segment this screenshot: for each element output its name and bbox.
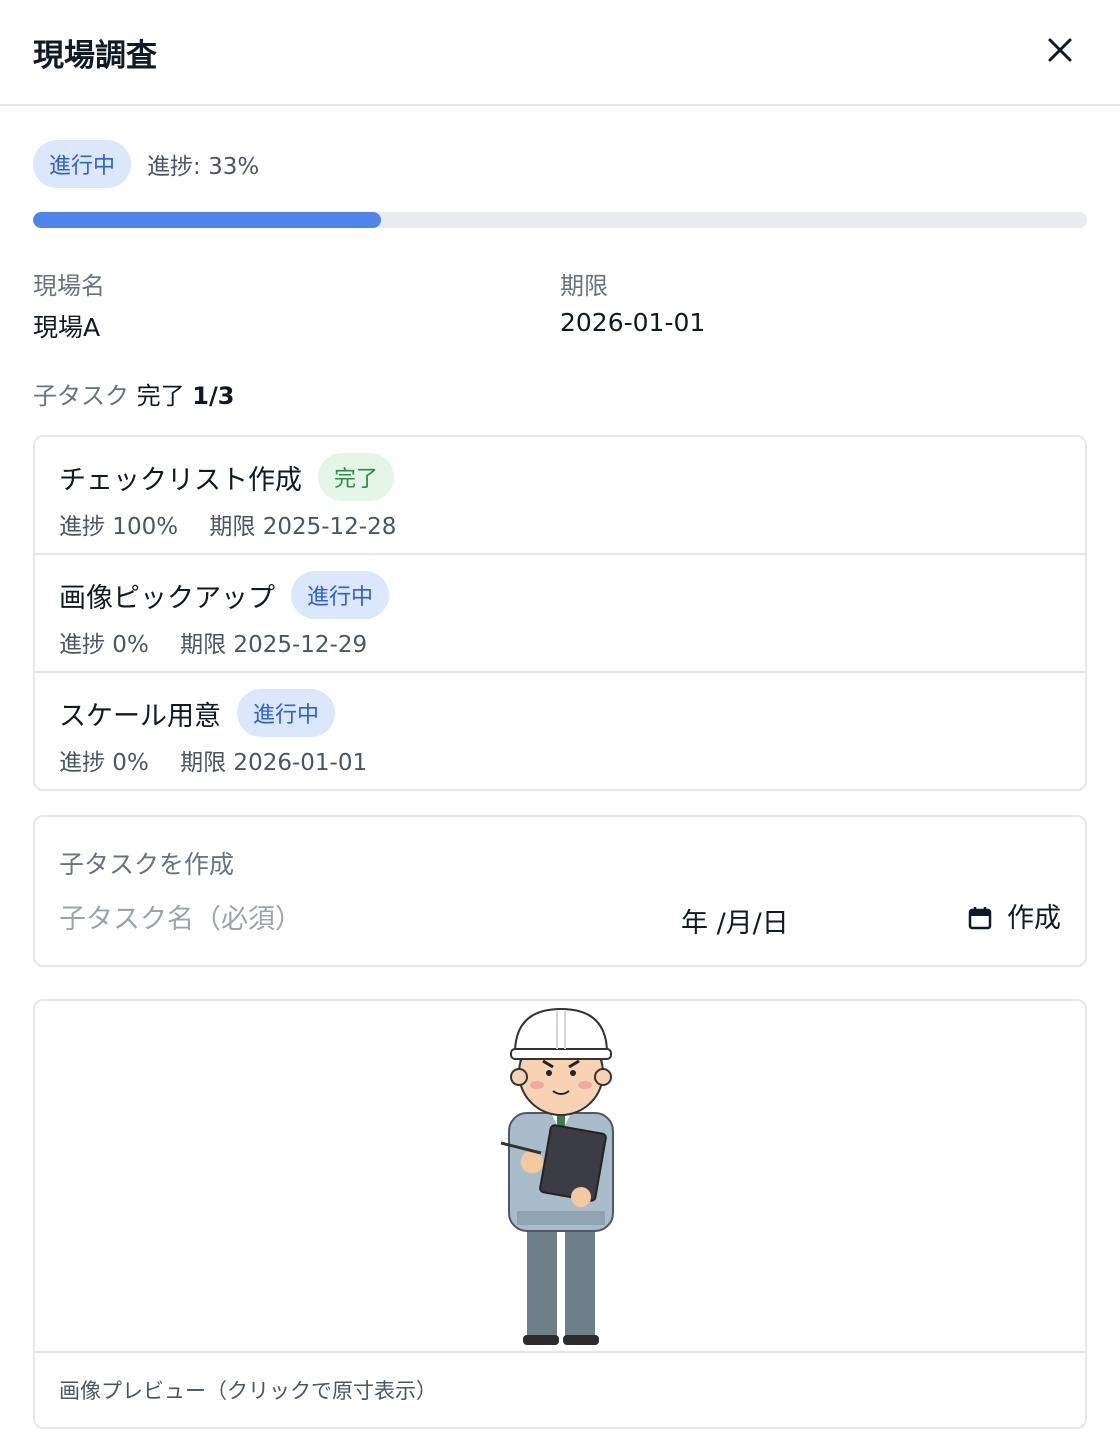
subtask-name: チェックリスト作成 bbox=[59, 464, 302, 496]
due-label: 期限 bbox=[560, 272, 608, 300]
subtask-summary-done-label: 完了 bbox=[136, 382, 185, 410]
list-item[interactable]: 画像ピックアップ 進行中 進捗 0% 期限 2025-12-29 bbox=[35, 555, 1085, 673]
info-grid: 現場名 現場A 期限 2026-01-01 bbox=[33, 266, 1087, 344]
subtask-header: チェックリスト作成 完了 bbox=[59, 453, 395, 501]
site-label: 現場名 bbox=[33, 272, 105, 300]
status-badge: 進行中 bbox=[291, 571, 390, 619]
image-preview[interactable]: 画像プレビュー（クリックで原寸表示） bbox=[33, 999, 1087, 1429]
site-info: 現場名 現場A bbox=[33, 266, 560, 344]
status-badge: 進行中 bbox=[33, 140, 132, 188]
create-button[interactable]: 作成 bbox=[1007, 897, 1061, 941]
due-value: 2026-01-01 bbox=[560, 308, 706, 337]
progress-bar bbox=[33, 212, 1087, 228]
dialog-header: 現場調査 bbox=[0, 0, 1120, 106]
due-info: 期限 2026-01-01 bbox=[560, 266, 1087, 344]
subtask-due: 期限 2026-01-01 bbox=[180, 750, 368, 776]
subtask-due: 期限 2025-12-28 bbox=[209, 514, 397, 540]
subtask-due: 期限 2025-12-29 bbox=[180, 632, 368, 658]
preview-caption-bar: 画像プレビュー（クリックで原寸表示） bbox=[35, 1351, 1085, 1427]
close-icon[interactable] bbox=[1046, 36, 1074, 64]
subtask-name-input[interactable] bbox=[59, 897, 619, 941]
subtask-progress: 進捗 100% bbox=[59, 514, 179, 540]
subtask-progress: 進捗 0% bbox=[59, 632, 149, 658]
site-value: 現場A bbox=[33, 313, 101, 342]
subtask-summary-label: 子タスク bbox=[33, 382, 129, 410]
list-item[interactable]: チェックリスト作成 完了 進捗 100% 期限 2025-12-28 bbox=[35, 437, 1085, 555]
subtask-name: 画像ピックアップ bbox=[59, 582, 275, 614]
status-row: 進行中 進捗: 33% bbox=[33, 140, 1087, 188]
date-placeholder: 年 /月/日 bbox=[681, 908, 789, 939]
status-badge: 進行中 bbox=[237, 689, 336, 737]
calendar-icon[interactable] bbox=[967, 905, 993, 931]
subtask-meta: 進捗 0% 期限 2026-01-01 bbox=[59, 743, 367, 777]
preview-caption: 画像プレビュー（クリックで原寸表示） bbox=[59, 1379, 437, 1403]
subtask-meta: 進捗 0% 期限 2025-12-29 bbox=[59, 625, 367, 659]
subtask-meta: 進捗 100% 期限 2025-12-28 bbox=[59, 507, 396, 541]
subtask-progress: 進捗 0% bbox=[59, 750, 149, 776]
list-item[interactable]: スケール用意 進行中 進捗 0% 期限 2026-01-01 bbox=[35, 673, 1085, 789]
page-title: 現場調査 bbox=[33, 38, 157, 74]
due-date-field[interactable]: 年 /月/日 bbox=[681, 897, 993, 941]
subtask-header: 画像ピックアップ 進行中 bbox=[59, 571, 390, 619]
dialog-body: 進行中 進捗: 33% 現場名 現場A 期限 2026-01-01 子タスク 完… bbox=[0, 140, 1120, 1429]
subtask-header: スケール用意 進行中 bbox=[59, 689, 336, 737]
subtask-summary-count: 1/3 bbox=[192, 382, 235, 410]
subtask-summary: 子タスク 完了 1/3 bbox=[33, 376, 1087, 411]
progress-bar-fill bbox=[33, 212, 381, 228]
subtask-list: チェックリスト作成 完了 進捗 100% 期限 2025-12-28 画像ピック… bbox=[33, 435, 1087, 791]
status-badge: 完了 bbox=[318, 453, 395, 501]
create-subtask-title: 子タスクを作成 bbox=[59, 850, 235, 879]
worker-illustration bbox=[500, 1007, 614, 1345]
progress-text: 進捗: 33% bbox=[147, 154, 260, 180]
subtask-name: スケール用意 bbox=[59, 700, 221, 732]
create-subtask-form: 子タスクを作成 年 /月/日 作成 bbox=[33, 815, 1087, 967]
